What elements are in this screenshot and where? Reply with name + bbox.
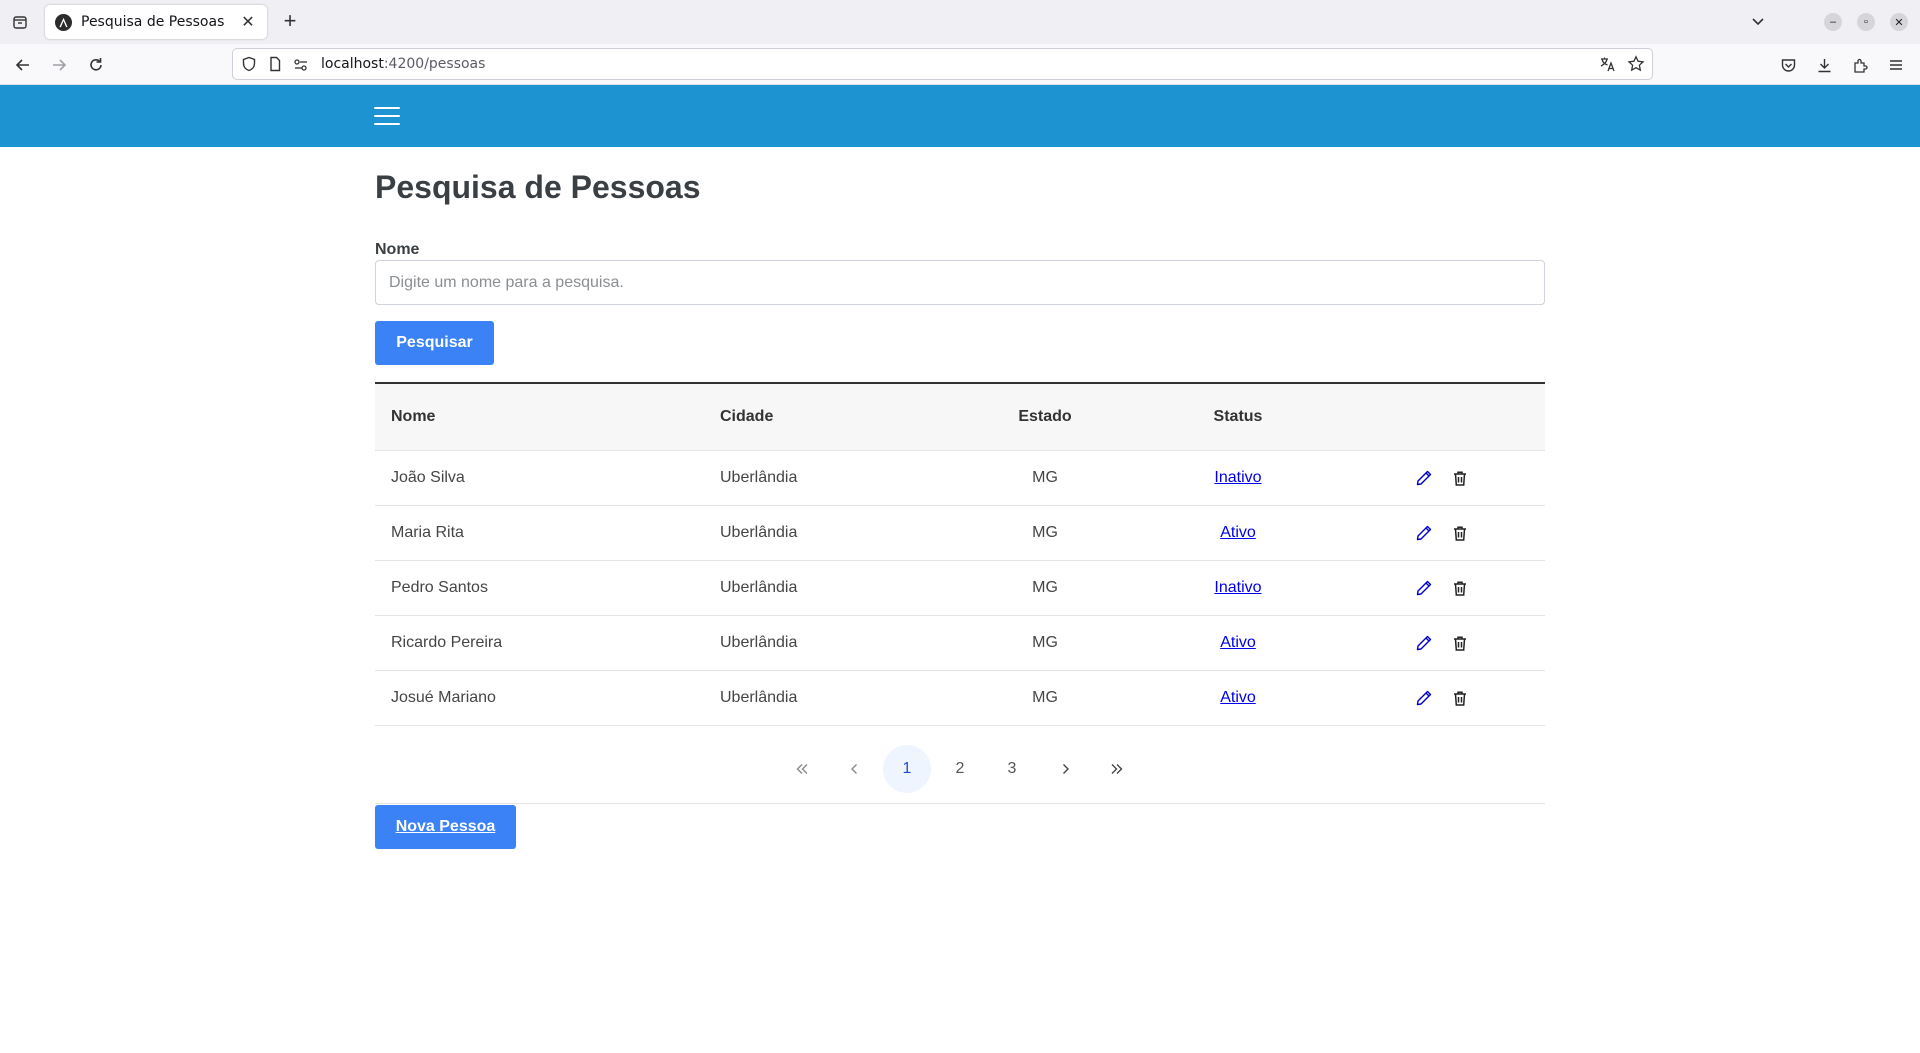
- status-link[interactable]: Ativo: [1220, 634, 1256, 652]
- cell-estado: MG: [1032, 524, 1058, 541]
- cell-estado: MG: [1032, 634, 1058, 651]
- edit-pencil-icon[interactable]: [1413, 522, 1435, 544]
- search-button[interactable]: Pesquisar: [375, 321, 494, 365]
- close-window-icon[interactable]: ✕: [1890, 13, 1908, 31]
- cell-cidade: Uberlândia: [720, 689, 798, 706]
- cell-estado: MG: [1032, 689, 1058, 706]
- edit-pencil-icon[interactable]: [1413, 467, 1435, 489]
- header-estado[interactable]: Estado: [995, 384, 1095, 450]
- app-header: [0, 85, 1920, 147]
- search-input[interactable]: [375, 260, 1545, 305]
- cell-nome: Pedro Santos: [391, 579, 488, 596]
- last-page-icon[interactable]: [1093, 745, 1141, 793]
- page-title: Pesquisa de Pessoas: [375, 169, 701, 205]
- cell-cidade: Uberlândia: [720, 579, 798, 596]
- angular-favicon-icon: [55, 13, 72, 31]
- status-link[interactable]: Inativo: [1214, 469, 1261, 487]
- search-label: Nome: [375, 241, 420, 258]
- cell-cidade: Uberlândia: [720, 634, 798, 651]
- cell-cidade: Uberlândia: [720, 469, 798, 486]
- browser-tab[interactable]: Pesquisa de Pessoas ✕: [45, 5, 267, 39]
- hamburger-menu-icon[interactable]: [374, 105, 400, 127]
- back-icon[interactable]: [12, 54, 34, 76]
- pocket-icon[interactable]: [1777, 54, 1799, 76]
- table-row: Maria Rita Uberlândia MG Ativo: [375, 506, 1545, 561]
- permissions-icon[interactable]: [293, 57, 309, 78]
- page-button[interactable]: 2: [936, 745, 984, 793]
- forward-icon[interactable]: [48, 54, 70, 76]
- table-row: Josué Mariano Uberlândia MG Ativo: [375, 671, 1545, 726]
- header-nome[interactable]: Nome: [391, 384, 435, 450]
- delete-trash-icon[interactable]: [1449, 467, 1471, 489]
- page-button[interactable]: 3: [988, 745, 1036, 793]
- browser-tab-bar: Pesquisa de Pessoas ✕ + – ▫ ✕: [0, 0, 1920, 44]
- cell-nome: Maria Rita: [391, 524, 464, 541]
- next-page-icon[interactable]: [1041, 745, 1089, 793]
- extensions-icon[interactable]: [1849, 54, 1871, 76]
- new-tab-icon[interactable]: +: [278, 10, 302, 34]
- table-row: João Silva Uberlândia MG Inativo: [375, 451, 1545, 506]
- status-link[interactable]: Ativo: [1220, 689, 1256, 707]
- edit-pencil-icon[interactable]: [1413, 632, 1435, 654]
- table-row: Ricardo Pereira Uberlândia MG Ativo: [375, 616, 1545, 671]
- url-bar[interactable]: localhost:4200/pessoas: [232, 48, 1653, 80]
- new-person-button[interactable]: Nova Pessoa: [375, 805, 516, 849]
- tab-title: Pesquisa de Pessoas: [81, 14, 225, 30]
- table-row: Pedro Santos Uberlândia MG Inativo: [375, 561, 1545, 616]
- delete-trash-icon[interactable]: [1449, 632, 1471, 654]
- edit-pencil-icon[interactable]: [1413, 687, 1435, 709]
- cell-nome: Ricardo Pereira: [391, 634, 503, 651]
- page-button[interactable]: 1: [883, 745, 931, 793]
- first-page-icon[interactable]: [778, 745, 826, 793]
- cell-nome: Josué Mariano: [391, 689, 496, 706]
- translate-icon[interactable]: [1599, 56, 1616, 78]
- shield-icon[interactable]: [241, 56, 257, 77]
- url-text[interactable]: localhost:4200/pessoas: [321, 56, 485, 72]
- people-table: Nome Cidade Estado Status João Silva Ube…: [375, 384, 1545, 726]
- url-path: :4200/pessoas: [383, 56, 486, 72]
- restore-icon[interactable]: ▫: [1857, 13, 1875, 31]
- status-link[interactable]: Inativo: [1214, 579, 1261, 597]
- delete-trash-icon[interactable]: [1449, 687, 1471, 709]
- downloads-icon[interactable]: [1813, 54, 1835, 76]
- edit-pencil-icon[interactable]: [1413, 577, 1435, 599]
- tab-list-icon[interactable]: [8, 10, 32, 34]
- bookmark-star-icon[interactable]: [1627, 55, 1645, 78]
- tab-close-icon[interactable]: ✕: [239, 12, 257, 32]
- browser-nav-bar: localhost:4200/pessoas: [0, 44, 1920, 85]
- status-link[interactable]: Ativo: [1220, 524, 1256, 542]
- page-icon[interactable]: [267, 56, 283, 77]
- header-status[interactable]: Status: [1188, 384, 1288, 450]
- paginator: 1 2 3: [375, 734, 1545, 804]
- minimize-icon[interactable]: –: [1824, 13, 1842, 31]
- cell-estado: MG: [1032, 469, 1058, 486]
- prev-page-icon[interactable]: [831, 745, 879, 793]
- cell-nome: João Silva: [391, 469, 465, 486]
- delete-trash-icon[interactable]: [1449, 577, 1471, 599]
- chevron-down-icon[interactable]: [1749, 12, 1769, 32]
- menu-icon[interactable]: [1885, 54, 1907, 76]
- url-host: localhost: [321, 56, 384, 72]
- header-cidade[interactable]: Cidade: [720, 384, 773, 450]
- table-header: Nome Cidade Estado Status: [375, 384, 1545, 451]
- delete-trash-icon[interactable]: [1449, 522, 1471, 544]
- cell-estado: MG: [1032, 579, 1058, 596]
- reload-icon[interactable]: [85, 54, 107, 76]
- cell-cidade: Uberlândia: [720, 524, 798, 541]
